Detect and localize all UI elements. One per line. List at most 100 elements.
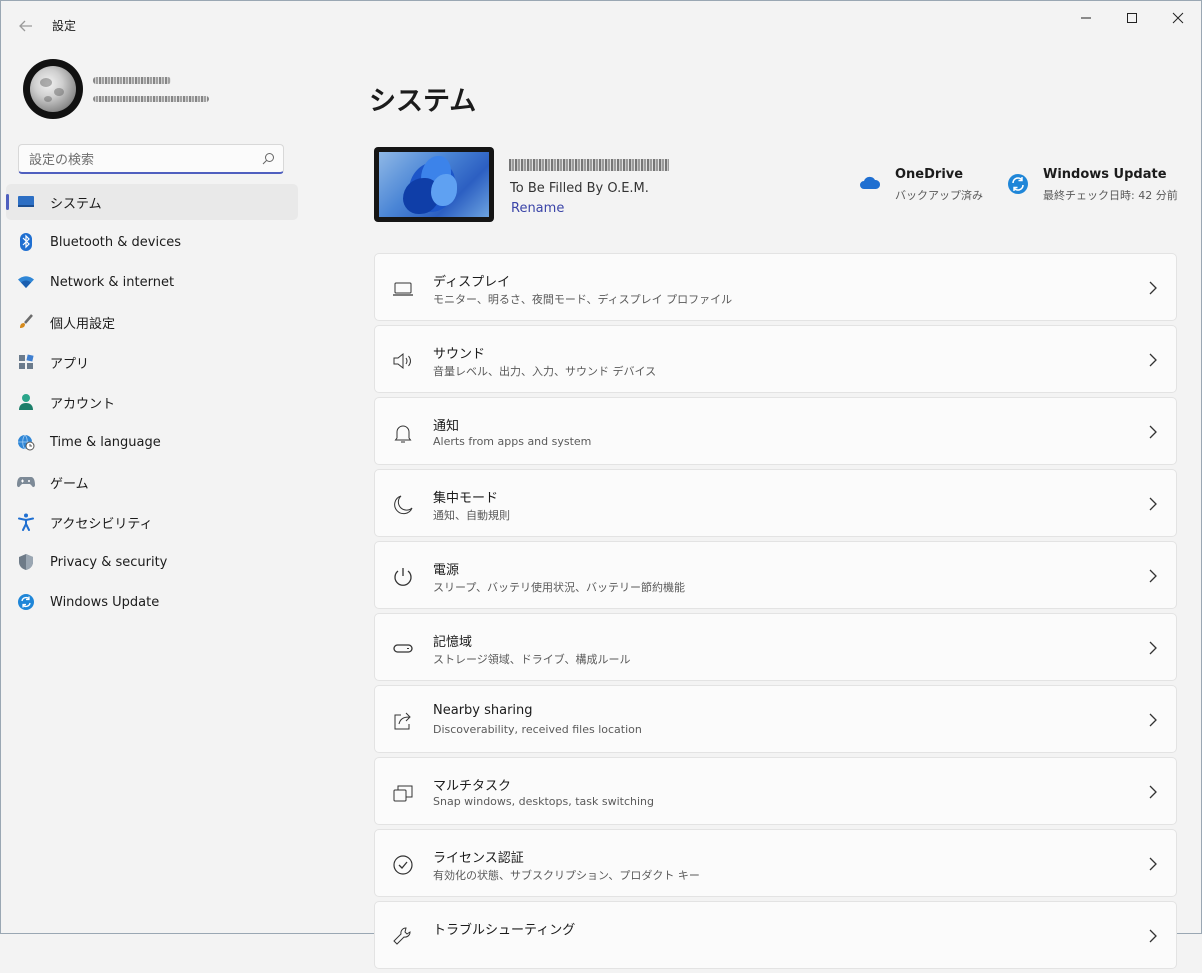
card-notifications[interactable]: 通知 Alerts from apps and system: [374, 397, 1177, 465]
card-power[interactable]: 電源 スリープ、バッテリ使用状況、バッテリー節約機能: [374, 541, 1177, 609]
card-storage[interactable]: 記憶域 ストレージ領域、ドライブ、構成ルール: [374, 613, 1177, 681]
card-title: サウンド: [433, 347, 486, 362]
card-subtitle: 有効化の状態、サブスクリプション、プロダクト キー: [433, 869, 700, 882]
card-focus-assist[interactable]: 集中モード 通知、自動規則: [374, 469, 1177, 537]
chevron-right-icon: [1148, 281, 1158, 295]
sidebar-item-label: アプリ: [50, 356, 90, 372]
onedrive-status[interactable]: OneDrive バックアップ済み: [859, 167, 999, 207]
card-title: 通知: [433, 419, 460, 434]
card-sound[interactable]: サウンド 音量レベル、出力、入力、サウンド デバイス: [374, 325, 1177, 393]
sidebar-item-label: Windows Update: [50, 594, 160, 610]
globe-clock-icon: [17, 433, 35, 451]
wifi-icon: [17, 273, 35, 291]
moon-avatar-icon: [30, 66, 76, 112]
card-title: 記憶域: [433, 635, 473, 650]
wrench-icon: [392, 926, 414, 948]
rename-link[interactable]: Rename: [511, 201, 564, 216]
onedrive-subtitle: バックアップ済み: [895, 189, 983, 202]
user-email-redacted: [93, 96, 209, 102]
sidebar-item-label: アカウント: [50, 396, 116, 412]
sidebar-item-label: Bluetooth & devices: [50, 234, 181, 250]
system-icon: [17, 193, 35, 211]
chevron-right-icon: [1148, 713, 1158, 727]
card-subtitle: Alerts from apps and system: [433, 435, 592, 448]
minimize-button[interactable]: [1063, 1, 1109, 35]
wallpaper-thumbnail: [379, 152, 489, 217]
bluetooth-icon: [17, 233, 35, 251]
card-activation[interactable]: ライセンス認証 有効化の状態、サブスクリプション、プロダクト キー: [374, 829, 1177, 897]
search-input[interactable]: [27, 149, 256, 171]
title-bar: 設定: [1, 1, 1201, 49]
card-multitasking[interactable]: マルチタスク Snap windows, desktops, task swit…: [374, 757, 1177, 825]
cloud-icon: [859, 173, 881, 195]
sidebar-item-time-language[interactable]: Time & language: [6, 424, 298, 460]
sidebar-item-apps[interactable]: アプリ: [6, 344, 298, 380]
chevron-right-icon: [1148, 929, 1158, 943]
card-subtitle: 通知、自動規則: [433, 509, 510, 522]
windows-update-title: Windows Update: [1043, 167, 1167, 182]
maximize-button[interactable]: [1109, 1, 1155, 35]
card-title: トラブルシューティング: [433, 923, 576, 938]
brush-icon: [17, 313, 35, 331]
storage-icon: [392, 638, 414, 660]
chevron-right-icon: [1148, 641, 1158, 655]
chevron-right-icon: [1148, 353, 1158, 367]
speaker-icon: [392, 350, 414, 372]
card-nearby-sharing[interactable]: Nearby sharing Discoverability, received…: [374, 685, 1177, 753]
sidebar-item-privacy[interactable]: Privacy & security: [6, 544, 298, 580]
card-subtitle: ストレージ領域、ドライブ、構成ルール: [433, 653, 631, 666]
device-name-redacted: [509, 159, 669, 171]
windows-update-status[interactable]: Windows Update 最終チェック日時: 42 分前: [1007, 167, 1178, 207]
sidebar-item-network[interactable]: Network & internet: [6, 264, 298, 300]
card-title: ディスプレイ: [433, 275, 511, 290]
share-icon: [392, 710, 414, 732]
multitask-icon: [392, 782, 414, 804]
power-icon: [392, 566, 414, 588]
sidebar-item-personalization[interactable]: 個人用設定: [6, 304, 298, 340]
back-arrow-icon[interactable]: [15, 15, 37, 37]
sidebar-item-label: Time & language: [50, 434, 161, 450]
sidebar-item-accounts[interactable]: アカウント: [6, 384, 298, 420]
sidebar-item-bluetooth[interactable]: Bluetooth & devices: [6, 224, 298, 260]
card-troubleshoot[interactable]: トラブルシューティング: [374, 901, 1177, 969]
shield-icon: [17, 553, 35, 571]
card-subtitle: スリープ、バッテリ使用状況、バッテリー節約機能: [433, 581, 686, 594]
card-title: マルチタスク: [433, 779, 512, 794]
card-title: ライセンス認証: [433, 851, 524, 866]
sidebar-item-gaming[interactable]: ゲーム: [6, 464, 298, 500]
sidebar-item-label: 個人用設定: [50, 316, 116, 332]
app-title: 設定: [52, 19, 77, 33]
sidebar-item-label: Privacy & security: [50, 554, 168, 570]
card-subtitle: モニター、明るさ、夜間モード、ディスプレイ プロファイル: [433, 293, 733, 306]
card-subtitle: 音量レベル、出力、入力、サウンド デバイス: [433, 365, 657, 378]
sidebar-item-system[interactable]: システム: [6, 184, 298, 220]
sidebar-item-label: Network & internet: [50, 274, 175, 290]
search-icon[interactable]: [262, 152, 275, 165]
user-name-redacted: [93, 77, 171, 84]
onedrive-title: OneDrive: [895, 167, 964, 182]
chevron-right-icon: [1148, 569, 1158, 583]
search-box[interactable]: [18, 144, 284, 174]
display-icon: [392, 278, 414, 300]
page-title: システム: [369, 86, 477, 117]
sidebar-item-accessibility[interactable]: アクセシビリティ: [6, 504, 298, 540]
card-subtitle: Discoverability, received files location: [433, 723, 642, 736]
account-icon: [17, 393, 35, 411]
windows-update-subtitle: 最終チェック日時: 42 分前: [1043, 189, 1178, 202]
card-display[interactable]: ディスプレイ モニター、明るさ、夜間モード、ディスプレイ プロファイル: [374, 253, 1177, 321]
card-title: 電源: [433, 563, 460, 578]
card-title: Nearby sharing: [433, 703, 533, 718]
card-title: 集中モード: [433, 491, 499, 506]
chevron-right-icon: [1148, 785, 1158, 799]
avatar[interactable]: [23, 59, 83, 119]
close-button[interactable]: [1155, 1, 1201, 35]
moon-icon: [392, 494, 414, 516]
sidebar-item-label: システム: [50, 196, 102, 212]
settings-list: ディスプレイ モニター、明るさ、夜間モード、ディスプレイ プロファイル サウンド…: [374, 253, 1177, 973]
sidebar-item-label: アクセシビリティ: [50, 516, 153, 532]
chevron-right-icon: [1148, 497, 1158, 511]
device-image: [374, 147, 494, 222]
accessibility-icon: [17, 513, 35, 531]
update-icon: [1007, 173, 1029, 195]
sidebar-item-windows-update[interactable]: Windows Update: [6, 584, 298, 620]
